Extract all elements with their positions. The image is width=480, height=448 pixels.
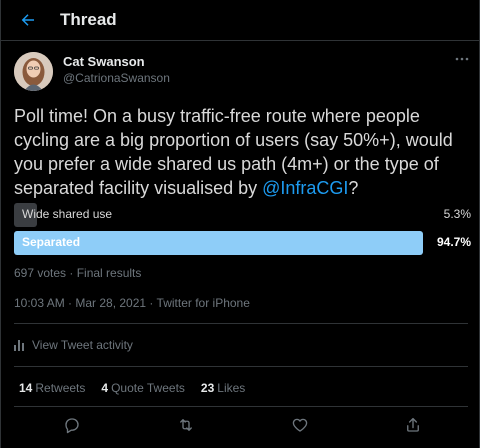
view-tweet-activity-link[interactable]: View Tweet activity	[14, 338, 133, 352]
retweets-label: Retweets	[35, 381, 86, 395]
likes-label: Likes	[217, 381, 246, 395]
tweet-timestamp[interactable]: 10:03 AM · Mar 28, 2021 · Twitter for iP…	[14, 296, 250, 310]
thread-header: Thread	[1, 0, 480, 41]
tweet-text: Poll time! On a busy traffic-free route …	[14, 104, 474, 200]
poll-option-percent: 94.7%	[436, 235, 471, 249]
author-handle[interactable]: @CatrionaSwanson	[63, 71, 170, 85]
tweet-text-end: ?	[348, 178, 359, 198]
poll-option: Wide shared use 5.3%	[14, 203, 474, 227]
back-button[interactable]	[17, 9, 39, 31]
poll-results-meta: 697 votes · Final results	[14, 266, 142, 280]
engagement-stats: 14 Retweets 4 Quote Tweets 23 Likes	[19, 381, 261, 395]
share-icon	[407, 417, 419, 432]
page-title: Thread	[60, 10, 117, 29]
quote-tweets-label: Quote Tweets	[111, 381, 185, 395]
more-dots-icon	[455, 57, 469, 61]
reply-button[interactable]	[61, 414, 83, 436]
author-name[interactable]: Cat Swanson	[63, 54, 145, 69]
divider	[14, 366, 468, 367]
retweets-count: 14	[19, 381, 33, 395]
tweet-action-bar	[1, 414, 480, 442]
retweet-icon	[180, 419, 192, 431]
tweet-thread-panel: Thread Cat Swanson @CatrionaSwanson Poll…	[0, 0, 480, 448]
arrow-left-icon	[21, 14, 34, 26]
share-button[interactable]	[402, 414, 424, 436]
poll-option-percent: 5.3%	[443, 207, 471, 221]
tweet-text-body: Poll time! On a busy traffic-free route …	[14, 106, 453, 198]
likes-count: 23	[200, 381, 215, 395]
activity-label: View Tweet activity	[32, 338, 133, 352]
poll-option-winner: Separated 94.7%	[14, 231, 474, 255]
quote-tweets-count: 4	[101, 381, 109, 395]
like-button[interactable]	[289, 414, 311, 436]
reply-icon	[65, 418, 79, 434]
divider	[14, 406, 468, 407]
avatar[interactable]	[14, 52, 53, 91]
quote-tweets-count-link[interactable]: 4 Quote Tweets	[101, 381, 185, 395]
retweets-count-link[interactable]: 14 Retweets	[19, 381, 85, 395]
retweet-button[interactable]	[175, 414, 197, 436]
likes-count-link[interactable]: 23 Likes	[201, 381, 245, 395]
poll-option-label: Separated	[22, 235, 81, 249]
poll-option-label: Wide shared use	[22, 207, 113, 221]
divider	[14, 323, 468, 324]
heart-icon	[292, 418, 308, 432]
bar-chart-icon	[14, 339, 26, 351]
mention-link[interactable]: @InfraCGI	[262, 178, 348, 198]
profile-photo-icon	[14, 52, 53, 91]
more-options-button[interactable]	[454, 53, 470, 65]
